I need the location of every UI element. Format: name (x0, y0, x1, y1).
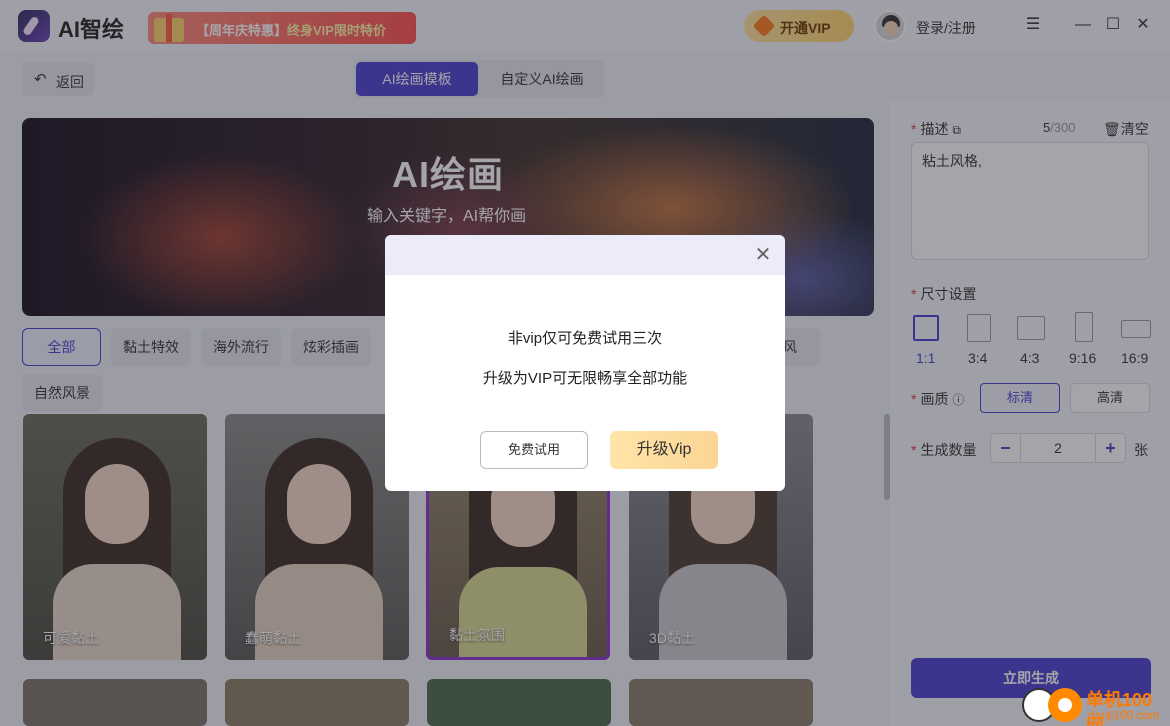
site-watermark: 单机100网 danji100.com (1022, 684, 1170, 726)
dialog-header: ✕ (385, 235, 785, 275)
free-trial-button[interactable]: 免费试用 (480, 431, 588, 469)
watermark-logo-icon (1048, 688, 1082, 722)
vip-dialog: ✕ 非vip仅可免费试用三次 升级为VIP可无限畅享全部功能 免费试用 升级Vi… (385, 235, 785, 491)
dialog-message-1: 非vip仅可免费试用三次 (507, 330, 663, 347)
upgrade-vip-button[interactable]: 升级Vip (610, 431, 718, 469)
dialog-message-2: 升级为VIP可无限畅享全部功能 (482, 370, 688, 387)
close-icon[interactable]: ✕ (753, 245, 773, 265)
watermark-url: danji100.com (1088, 708, 1160, 722)
